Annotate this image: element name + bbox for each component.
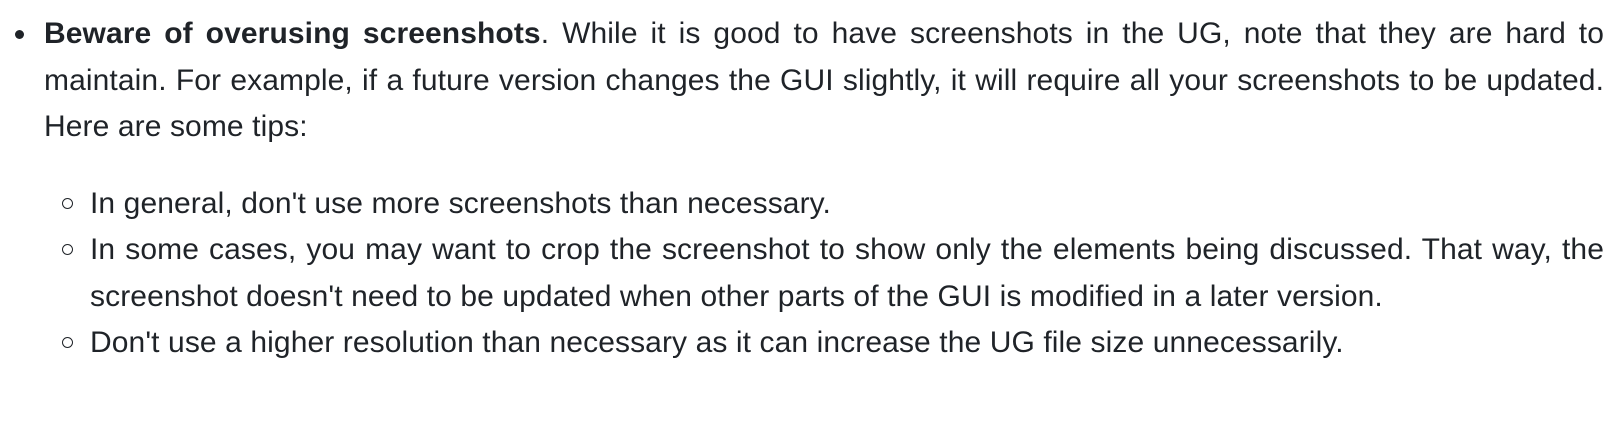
tip-item: In some cases, you may want to crop the … — [44, 227, 1604, 320]
bullet-circle-icon — [62, 197, 73, 209]
paragraph: Beware of overusing screenshots. While i… — [44, 11, 1604, 151]
tip-item: Don't use a higher resolution than neces… — [44, 320, 1604, 367]
tip-item: In general, don't use more screenshots t… — [44, 181, 1604, 228]
tip-text: In general, don't use more screenshots t… — [90, 186, 831, 220]
bullet-list: Beware of overusing screenshots. While i… — [0, 0, 1622, 367]
bullet-disc-icon — [15, 30, 24, 39]
bullet-circle-icon — [62, 337, 73, 348]
tip-text: In some cases, you may want to crop the … — [90, 233, 1604, 313]
list-item: Beware of overusing screenshots. While i… — [0, 0, 1622, 367]
tips-list: In general, don't use more screenshots t… — [44, 181, 1604, 367]
document: Beware of overusing screenshots. While i… — [0, 0, 1622, 428]
bold-lead: Beware of overusing screenshots — [44, 17, 541, 50]
bullet-circle-icon — [62, 244, 73, 255]
tip-text: Don't use a higher resolution than neces… — [90, 326, 1344, 359]
